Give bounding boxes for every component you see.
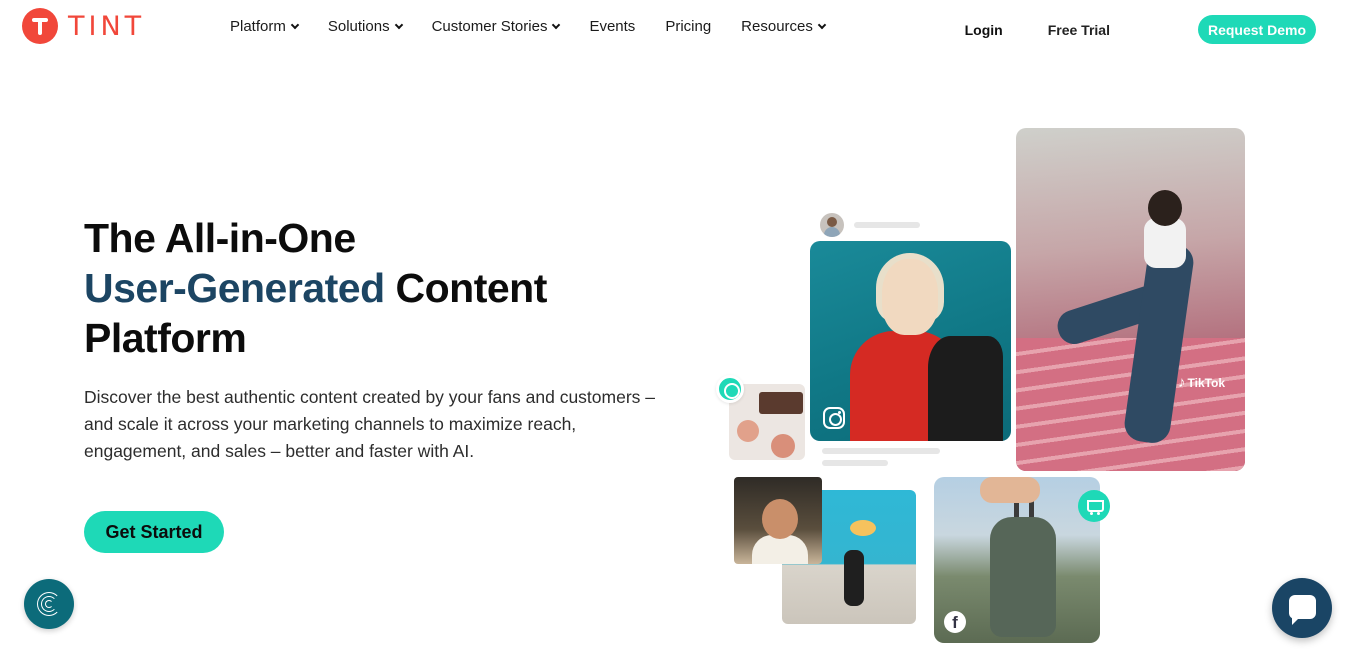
- nav-actions: Login Free Trial Request Demo: [965, 15, 1316, 44]
- palette-shape: [759, 392, 803, 414]
- top-navigation: TINT Platform Solutions Customer Stories…: [0, 0, 1348, 58]
- ugc-dot-icon: [716, 375, 744, 403]
- tint-logo-mark-icon: [22, 8, 58, 44]
- nav-item-label: Pricing: [665, 18, 712, 35]
- chevron-down-icon: [817, 20, 827, 30]
- placeholder-bar: [822, 448, 940, 454]
- brand-name: TINT: [68, 10, 146, 42]
- main-menu: Platform Solutions Customer Stories Even…: [230, 18, 855, 35]
- request-demo-button[interactable]: Request Demo: [1197, 15, 1316, 44]
- nav-item-label: Platform: [230, 18, 286, 35]
- tiktok-badge: ♪ TikTok: [1178, 374, 1225, 391]
- face-shape: [762, 499, 798, 539]
- chat-launcher-button[interactable]: [1272, 578, 1332, 638]
- nav-item-customer-stories[interactable]: Customer Stories: [431, 18, 561, 35]
- head-shape: [1148, 190, 1182, 226]
- face-shape: [882, 259, 938, 335]
- person-shape: [844, 550, 864, 606]
- login-link[interactable]: Login: [965, 22, 1003, 38]
- tiktok-label: TikTok: [1187, 375, 1226, 390]
- nav-item-label: Events: [589, 18, 636, 35]
- nav-item-solutions[interactable]: Solutions: [327, 18, 403, 35]
- powder-shape: [771, 434, 795, 458]
- fingerprint-ring: [45, 600, 53, 608]
- hero-title-line2: Content: [384, 265, 548, 311]
- free-trial-link[interactable]: Free Trial: [1048, 22, 1110, 38]
- placeholder-bar: [822, 460, 888, 466]
- nav-item-label: Solutions: [327, 18, 390, 35]
- placeholder-bar: [854, 222, 920, 228]
- instagram-post-image: [810, 241, 1011, 441]
- instagram-icon: [823, 407, 845, 429]
- tiktok-post-image: ♪ TikTok: [1016, 128, 1245, 471]
- fingerprint-icon[interactable]: [24, 579, 74, 629]
- nav-item-resources[interactable]: Resources: [741, 18, 827, 35]
- hand-shape: [980, 477, 1040, 503]
- nav-item-pricing[interactable]: Pricing: [665, 18, 711, 35]
- chevron-down-icon: [290, 20, 300, 30]
- tint-logo[interactable]: TINT: [22, 8, 145, 44]
- hero-title-line1: The All-in-One: [84, 215, 356, 261]
- shirt-shape: [752, 535, 808, 564]
- avatar: [820, 213, 844, 237]
- plate-shape: [850, 520, 876, 536]
- nav-item-events[interactable]: Events: [589, 18, 635, 35]
- backpack-shape: [990, 517, 1056, 637]
- get-started-button[interactable]: Get Started: [84, 511, 224, 553]
- tiktok-icon: ♪: [1178, 374, 1186, 391]
- facebook-icon: f: [944, 611, 966, 633]
- hero-title-line3: Platform: [84, 315, 247, 361]
- chevron-down-icon: [394, 20, 403, 30]
- hero-title: The All-in-One User-Generated Content Pl…: [84, 213, 547, 363]
- hero-description: Discover the best authentic content crea…: [84, 387, 656, 461]
- hero-title-accent: User-Generated: [84, 265, 385, 311]
- cafe-post-image: [734, 477, 822, 564]
- shopping-cart-icon[interactable]: [1078, 490, 1110, 522]
- facebook-post-image: f: [934, 477, 1100, 643]
- nav-item-platform[interactable]: Platform: [230, 18, 300, 35]
- jacket-shape: [928, 336, 1003, 441]
- powder-shape: [737, 420, 759, 442]
- nav-item-label: Customer Stories: [431, 18, 548, 35]
- chat-icon: [1289, 595, 1316, 625]
- nav-item-label: Resources: [741, 18, 813, 35]
- chevron-down-icon: [552, 20, 561, 30]
